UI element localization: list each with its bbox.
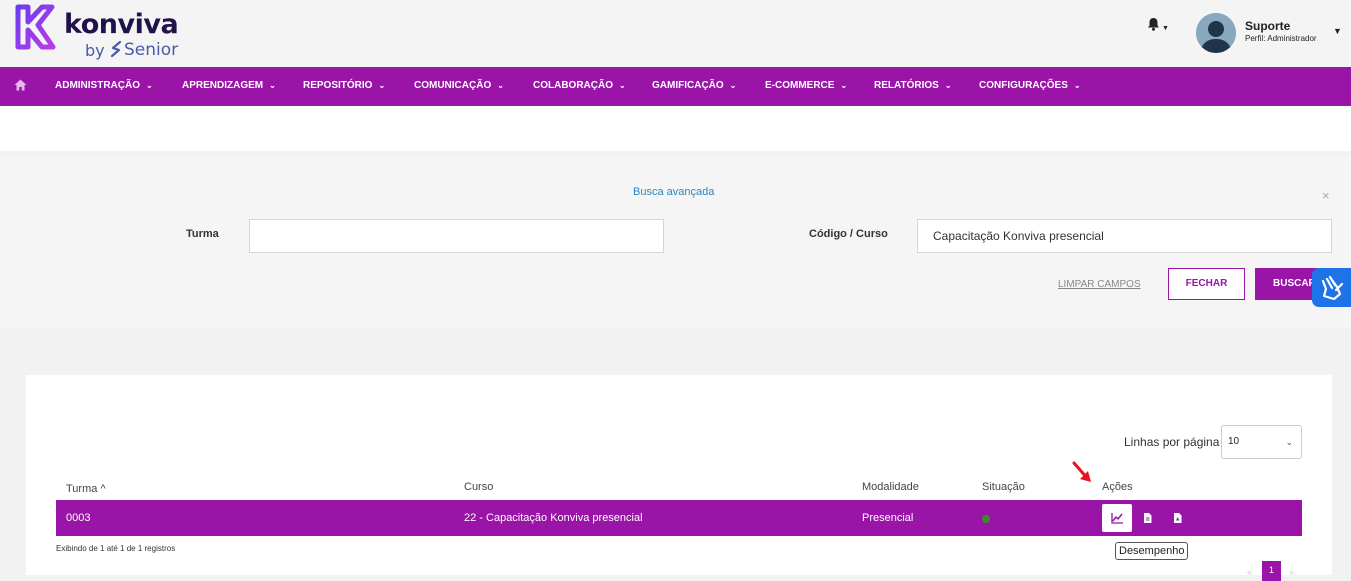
pagination-prev[interactable]: « [1247, 567, 1252, 577]
codigo-curso-label: Código / Curso [809, 228, 888, 240]
senior-s-icon [110, 40, 122, 58]
nav-item-aprendizagem[interactable]: APRENDIZAGEM ⌄ [182, 80, 276, 91]
clear-fields-link[interactable]: LIMPAR CAMPOS [1058, 279, 1141, 290]
konviva-k-mark [15, 4, 56, 50]
turma-label: Turma [186, 228, 219, 240]
codigo-curso-input[interactable] [917, 219, 1332, 253]
brand-by: by [85, 41, 105, 60]
sort-ascending-icon: ^ [100, 483, 106, 495]
chevron-down-icon: ⌄ [1285, 437, 1293, 447]
chevron-down-icon: ⌄ [497, 81, 504, 90]
user-menu-chevron-icon[interactable]: ▼ [1333, 26, 1342, 36]
chevron-down-icon: ⌄ [619, 81, 626, 90]
chevron-down-icon: ⌄ [269, 81, 276, 90]
nav-item-relatorios[interactable]: RELATÓRIOS ⌄ [874, 80, 952, 91]
sign-language-accessibility-button[interactable] [1312, 268, 1351, 307]
nav-item-comunicacao[interactable]: COMUNICAÇÃO ⌄ [414, 80, 504, 91]
column-header-acoes: Ações [1102, 481, 1133, 493]
nav-item-gamificacao[interactable]: GAMIFICAÇÃO ⌄ [652, 80, 736, 91]
chevron-down-icon: ⌄ [729, 81, 737, 90]
chevron-down-icon: ⌄ [840, 81, 848, 90]
chart-line-icon [1111, 513, 1123, 524]
rows-per-page-label: Linhas por página [1124, 435, 1220, 449]
column-header-situacao[interactable]: Situação [982, 481, 1025, 493]
brand-name: konviva [64, 9, 179, 40]
certificate-icon[interactable] [1172, 512, 1183, 524]
column-header-modalidade[interactable]: Modalidade [862, 481, 919, 493]
page-header-band [0, 106, 1351, 151]
top-bar: konviva by Senior ▼ Suporte Perfil: Admi… [0, 0, 1351, 67]
row-turma: 0003 [66, 512, 91, 524]
home-icon[interactable] [14, 79, 27, 91]
row-modalidade: Presencial [862, 512, 914, 524]
records-info: Exibindo de 1 até 1 de 1 registros [56, 544, 176, 553]
column-header-turma[interactable]: Turma ^ [66, 483, 106, 495]
rows-per-page-select[interactable]: 10 ⌄ [1221, 425, 1302, 459]
main-nav: ADMINISTRAÇÃO ⌄ APRENDIZAGEM ⌄ REPOSITÓRIO… [0, 67, 1351, 106]
chevron-down-icon: ⌄ [146, 81, 153, 90]
close-icon[interactable]: × [1322, 188, 1330, 203]
pagination-next[interactable]: » [1289, 567, 1294, 577]
konviva-logo[interactable]: konviva by Senior [12, 3, 182, 63]
avatar[interactable] [1196, 13, 1236, 53]
nav-item-administracao[interactable]: ADMINISTRAÇÃO ⌄ [55, 80, 153, 91]
brand-partner: Senior [124, 40, 179, 60]
performance-button[interactable] [1102, 504, 1132, 532]
chevron-down-icon[interactable]: ▼ [1162, 25, 1169, 32]
document-icon[interactable] [1142, 512, 1153, 524]
bell-icon[interactable] [1147, 17, 1160, 31]
chevron-down-icon: ⌄ [1073, 81, 1081, 90]
row-curso: 22 - Capacitação Konviva presencial [464, 512, 643, 524]
nav-item-ecommerce[interactable]: E-COMMERCE ⌄ [765, 80, 847, 91]
chevron-down-icon: ⌄ [944, 81, 952, 90]
performance-tooltip: Desempenho [1115, 542, 1189, 560]
nav-item-repositorio[interactable]: REPOSITÓRIO ⌄ [303, 80, 385, 91]
nav-item-colaboracao[interactable]: COLABORAÇÃO ⌄ [533, 80, 626, 91]
close-button[interactable]: FECHAR [1168, 268, 1245, 300]
pagination-page[interactable]: 1 [1262, 561, 1281, 581]
chevron-down-icon: ⌄ [378, 81, 386, 90]
status-indicator [982, 515, 990, 523]
user-role: Perfil: Administrador [1245, 34, 1317, 43]
turma-input[interactable] [249, 219, 664, 253]
user-name[interactable]: Suporte [1245, 19, 1290, 33]
sign-language-icon [1321, 275, 1344, 301]
column-header-curso[interactable]: Curso [464, 481, 493, 493]
advanced-search-title[interactable]: Busca avançada [633, 186, 714, 198]
nav-item-configuracoes[interactable]: CONFIGURAÇÕES ⌄ [979, 80, 1081, 91]
red-arrow-annotation [1072, 461, 1091, 482]
